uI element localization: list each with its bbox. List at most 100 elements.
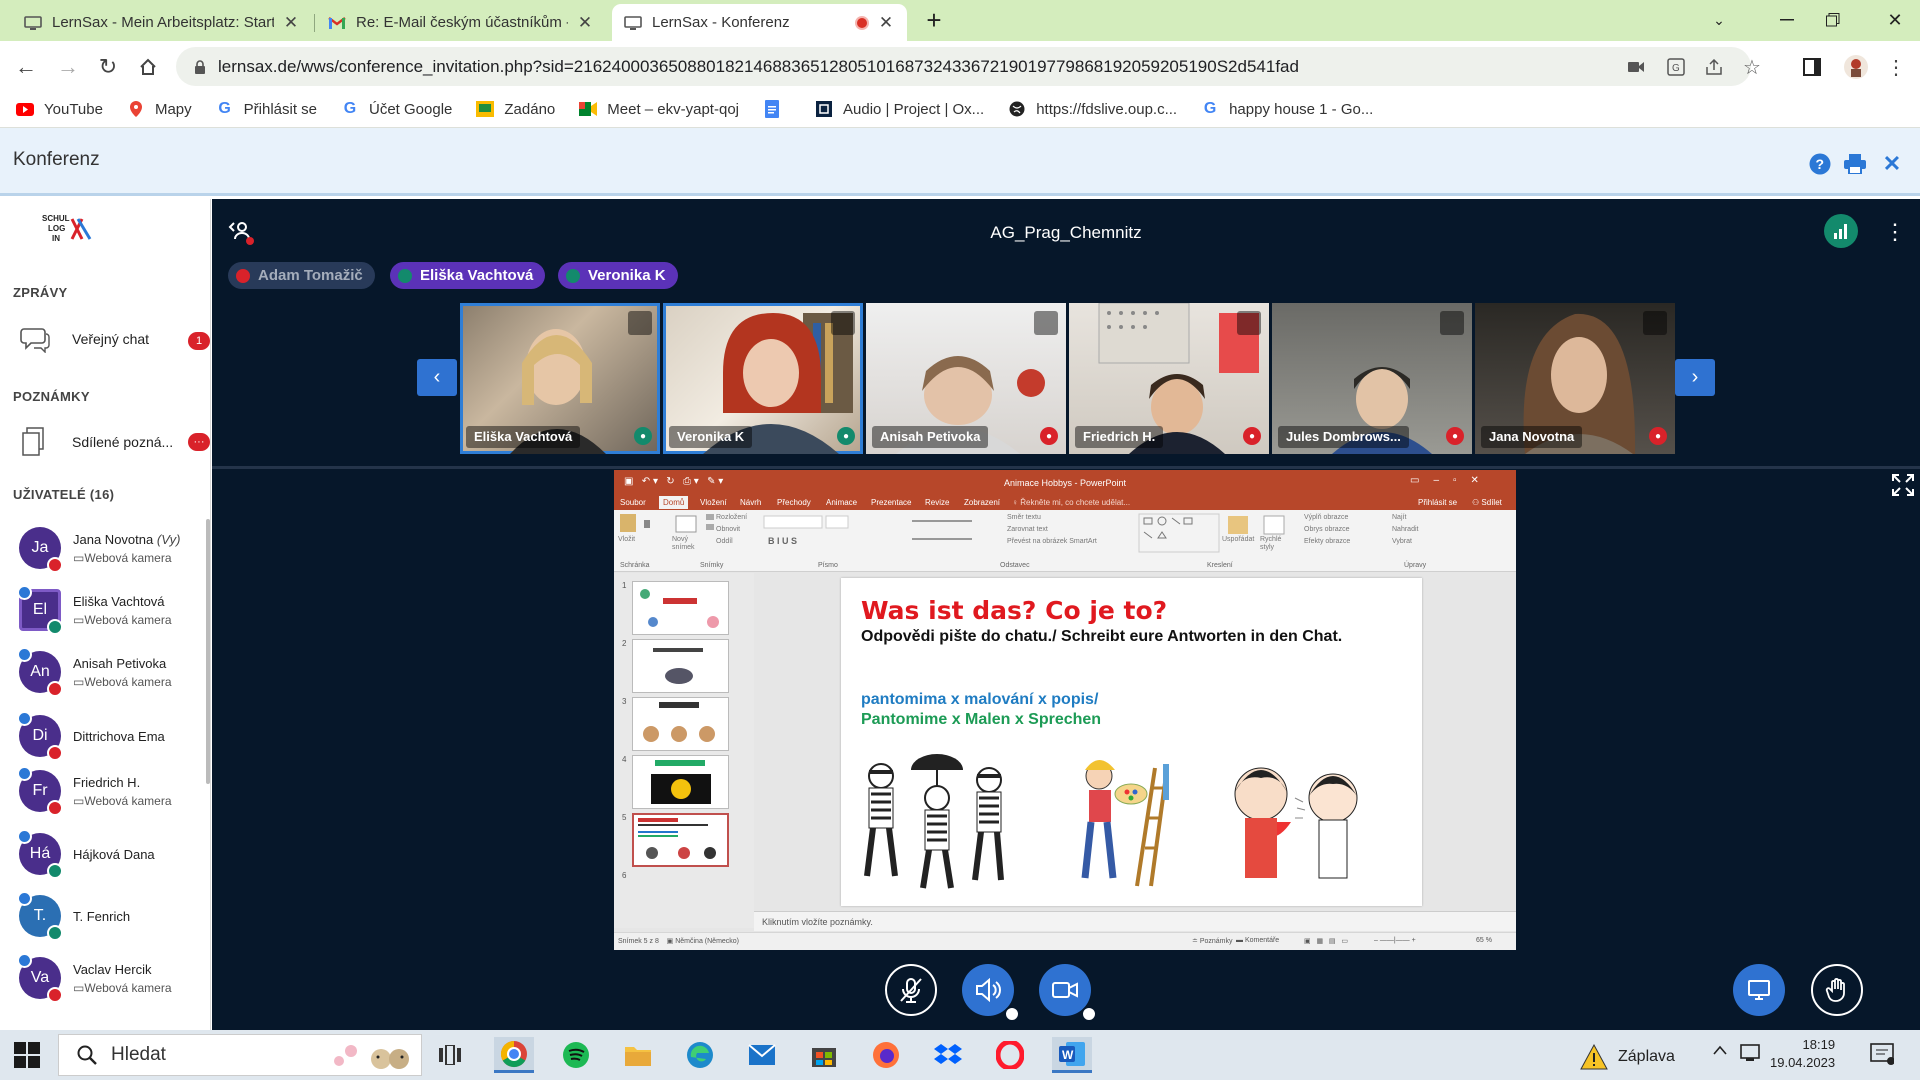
video-tile[interactable]: Anisah Petivoka ● [866,303,1066,454]
mail-icon[interactable] [742,1037,782,1073]
new-tab-icon[interactable]: + [914,5,954,35]
video-tile[interactable]: Eliška Vachtová ● [460,303,660,454]
print-icon[interactable] [1843,152,1867,176]
talker-pill[interactable]: Adam Tomažič [228,262,375,289]
user-list-item[interactable]: Fr Friedrich H. ▭Webová kamera [17,764,204,820]
back-icon[interactable]: ← [10,51,42,83]
shared-notes-item[interactable]: Sdílené pozná... ··· [20,427,210,457]
fullscreen-icon[interactable] [1034,311,1058,335]
task-view-icon[interactable] [430,1037,470,1073]
bookmark-fdslive[interactable]: https://fdslive.oup.c... [1008,100,1177,118]
close-tab-icon[interactable]: ✕ [576,13,594,33]
audio-button[interactable] [962,964,1020,1022]
ribbon-layout[interactable]: Rozložení [716,514,747,521]
network-icon[interactable] [1740,1043,1762,1063]
close-icon[interactable]: ✕ [1880,151,1904,176]
ribbon-replace[interactable]: Nahradit [1392,526,1418,533]
close-tab-icon[interactable]: ✕ [877,13,895,33]
zoom-slider[interactable]: – ——|—— + [1374,937,1416,944]
comments-toggle[interactable]: ▬ Komentáře [1236,937,1279,944]
fullscreen-icon[interactable] [1440,311,1464,335]
menu-vlozeni[interactable]: Vložení [700,498,727,507]
chrome-taskbar-icon[interactable] [494,1037,534,1073]
ribbon-find[interactable]: Najít [1392,514,1406,521]
user-list-item[interactable]: Va Vaclav Hercik ▭Webová kamera [17,951,204,1007]
signin-link[interactable]: Přihlásit se [1418,498,1457,507]
audio-options-icon[interactable] [1004,1006,1020,1022]
file-explorer-icon[interactable] [618,1037,658,1073]
menu-navrh[interactable]: Návrh [740,498,761,507]
ribbon-align-text[interactable]: Zarovnat text [1007,526,1048,533]
menu-domu[interactable]: Domů [659,496,689,509]
video-tile[interactable]: Friedrich H. ● [1069,303,1269,454]
ribbon-shape-fill[interactable]: Výplň obrazce [1304,514,1348,521]
fullscreen-icon[interactable] [628,311,652,335]
store-icon[interactable] [804,1037,844,1073]
user-list-item[interactable]: T. T. Fenrich [17,889,204,945]
video-tile[interactable]: Jana Novotna ● [1475,303,1675,454]
slide-thumbnail-selected[interactable] [632,813,729,867]
browser-tab[interactable]: LernSax - Mein Arbeitsplatz: Start ✕ [12,4,312,41]
tab-search-icon[interactable]: ⌄ [1699,7,1739,33]
bookmark-oxford[interactable]: Audio | Project | Ox... [815,100,984,118]
reload-icon[interactable]: ↻ [92,51,124,83]
bookmark-ucet-google[interactable]: G Účet Google [341,100,453,118]
ribbon-reset[interactable]: Obnovit [716,526,740,533]
quick-access-icons[interactable]: ▣ ↶ ▾ ↻ ⎙ ▾ ✎ ▾ [624,476,723,487]
connection-status-icon[interactable] [1824,214,1858,248]
screenshare-button[interactable] [1733,964,1785,1016]
taskbar-search[interactable]: Hledat [58,1034,422,1076]
taskbar-clock[interactable]: 18:19 19.04.2023 [1770,1036,1835,1072]
bookmark-mapy[interactable]: Mapy [127,100,192,118]
close-tab-icon[interactable]: ✕ [282,13,300,33]
sidebar-scrollbar[interactable] [206,519,210,784]
user-list-item[interactable]: Di Dittrichova Ema [17,709,204,765]
current-slide[interactable]: Was ist das? Co je to? Odpovědi pište do… [841,578,1422,906]
opera-icon[interactable] [990,1037,1030,1073]
windows-start-icon[interactable] [14,1042,40,1068]
notes-toggle[interactable]: ≐ Poznámky [1192,937,1233,945]
notification-icon[interactable] [1870,1043,1894,1065]
ribbon-text-direction[interactable]: Směr textu [1007,514,1041,521]
menu-prezentace[interactable]: Prezentace [871,498,911,507]
next-page-button[interactable]: › [1675,359,1715,396]
restore-icon[interactable] [1813,7,1853,33]
url-text[interactable]: lernsax.de/wws/conference_invitation.php… [218,57,1638,77]
bookmark-meet[interactable]: Meet – ekv-yapt-qoj [579,100,739,118]
ribbon-arrange[interactable]: Uspořádat [1222,536,1254,543]
browser-tab-active[interactable]: LernSax - Konferenz ✕ [612,4,907,41]
ribbon-smartart[interactable]: Převést na obrázek SmartArt [1007,538,1097,545]
minimize-icon[interactable] [1767,7,1807,33]
raise-hand-button[interactable] [1811,964,1863,1016]
options-menu-icon[interactable]: ⋮ [1884,219,1906,245]
forward-icon[interactable]: → [52,51,84,83]
bookmark-zadano[interactable]: Zadáno [476,100,555,118]
bookmark-star-icon[interactable]: ☆ [1740,55,1764,79]
ribbon-shape-outline[interactable]: Obrys obrazce [1304,526,1350,533]
address-bar[interactable]: lernsax.de/wws/conference_invitation.php… [176,47,1761,86]
ribbon-new-slide[interactable]: Nový snímek [672,536,702,552]
sidepanel-icon[interactable] [1796,51,1828,83]
edge-icon[interactable] [680,1037,720,1073]
user-list-item[interactable]: An Anisah Petivoka ▭Webová kamera [17,645,204,701]
spotify-icon[interactable] [556,1037,596,1073]
public-chat-item[interactable]: Veřejný chat 1 [20,325,210,353]
slide-thumbnail[interactable] [632,697,729,751]
translate-icon[interactable]: G [1664,55,1688,79]
fullscreen-icon[interactable] [1237,311,1261,335]
menu-prechody[interactable]: Přechody [777,498,811,507]
fullscreen-presentation-icon[interactable] [1892,474,1914,496]
profile-avatar-icon[interactable] [1840,51,1872,83]
menu-animace[interactable]: Animace [826,498,857,507]
ribbon-select[interactable]: Vybrat [1392,538,1412,545]
slide-thumbnail[interactable] [632,581,729,635]
browser-tab[interactable]: Re: E-Mail českým účastníkům - r ✕ [316,4,606,41]
camera-in-use-icon[interactable] [1624,55,1648,79]
menu-soubor[interactable]: Soubor [620,498,646,507]
bookmark-youtube[interactable]: YouTube [16,100,103,118]
dropbox-icon[interactable] [928,1037,968,1073]
ribbon-paste[interactable]: Vložit [618,536,635,543]
talker-pill[interactable]: Veronika K [558,262,678,289]
ribbon-quick-styles[interactable]: Rychlé styly [1260,536,1288,552]
bookmark-prihlasit[interactable]: G Přihlásit se [216,100,317,118]
